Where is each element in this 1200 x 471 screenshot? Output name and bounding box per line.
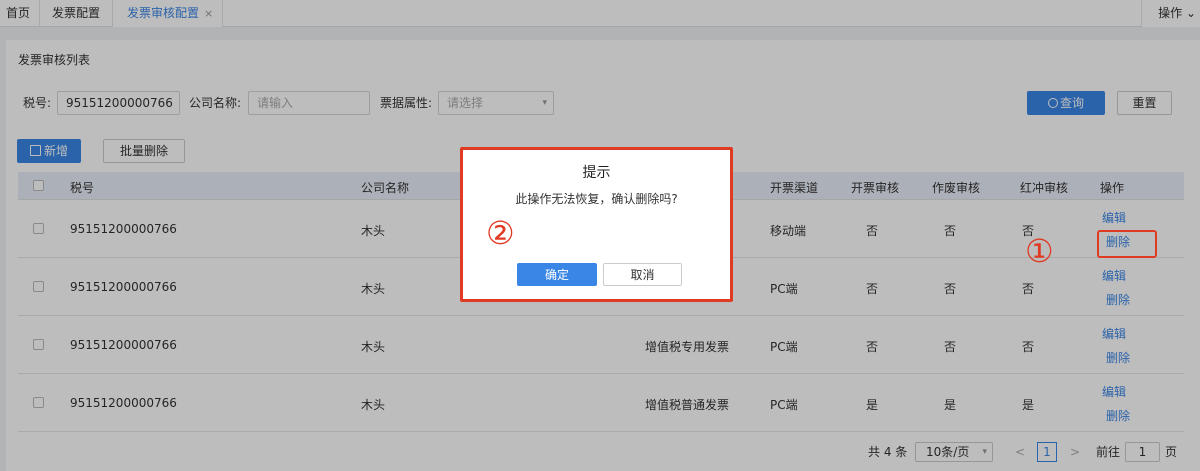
annotation-marker-1: ①	[1025, 232, 1054, 270]
dialog-message: 此操作无法恢复，确认删除吗?	[515, 192, 678, 206]
confirm-button[interactable]: 确定	[517, 263, 597, 286]
dialog-title: 提示	[582, 165, 611, 181]
annotation-marker-2: ②	[486, 214, 515, 252]
cancel-button[interactable]: 取消	[603, 263, 682, 286]
annotation-highlight-box	[1097, 230, 1157, 258]
confirm-dialog: 提示 此操作无法恢复，确认删除吗? ② 确定 取消	[460, 147, 733, 302]
